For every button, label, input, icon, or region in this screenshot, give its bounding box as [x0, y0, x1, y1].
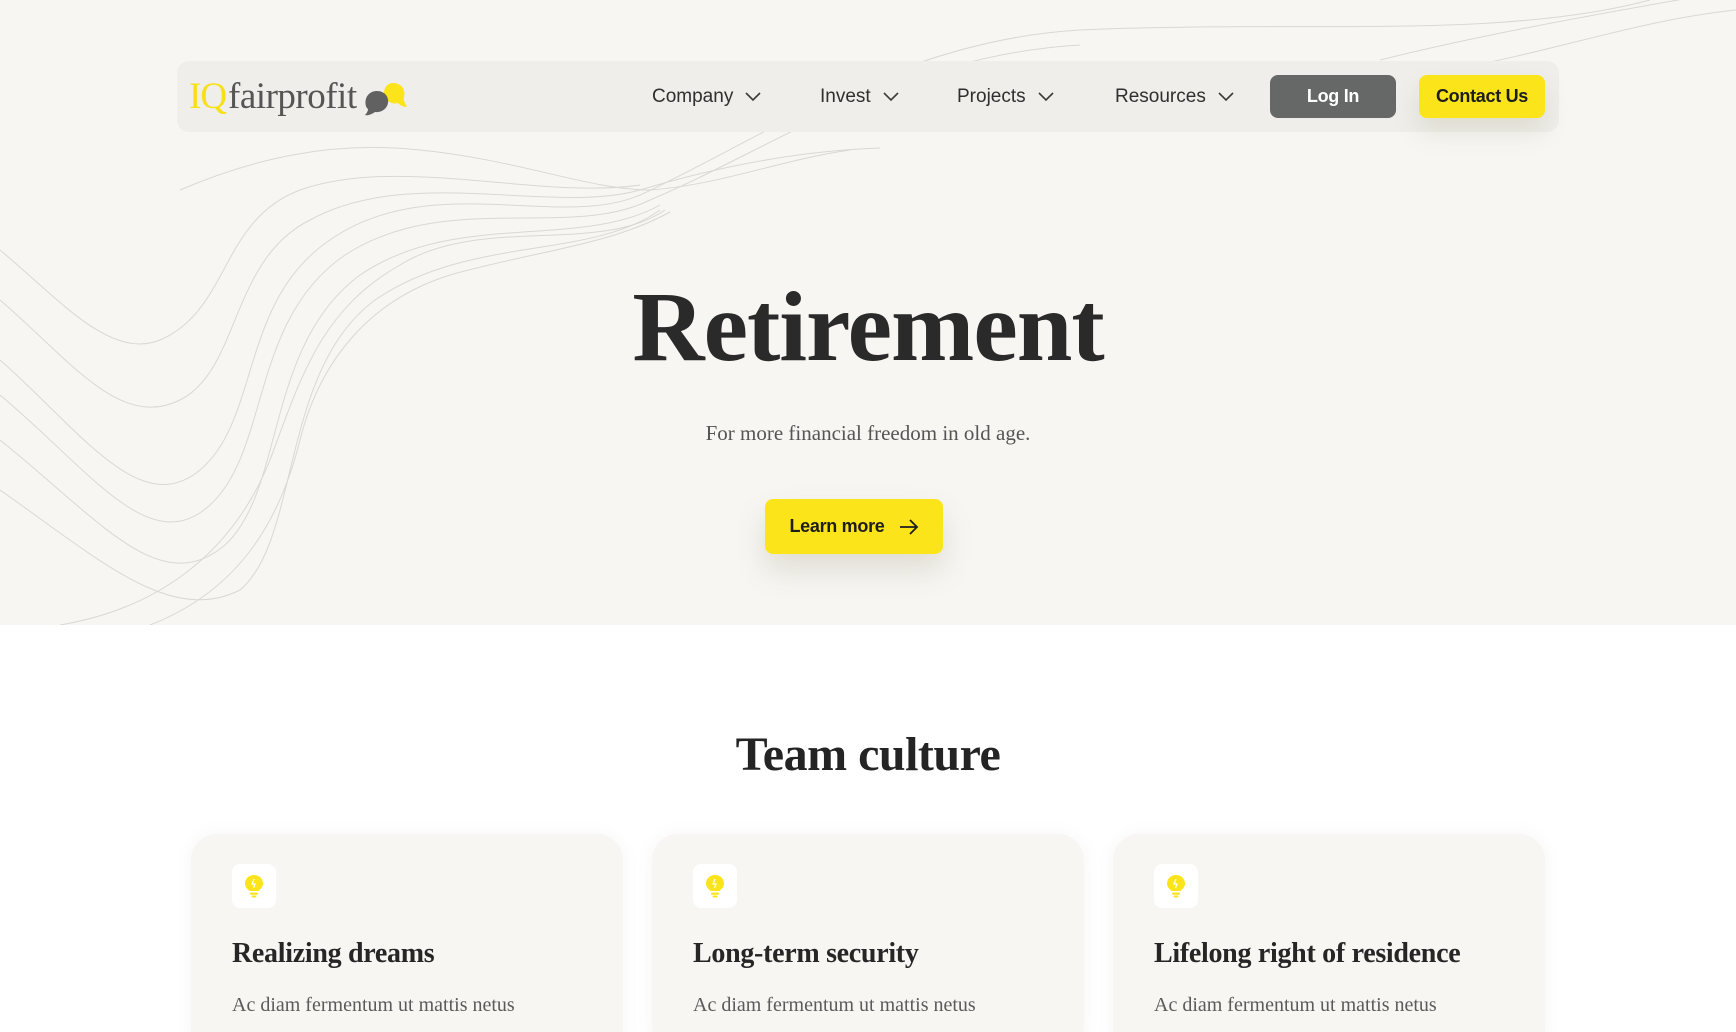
chevron-down-icon — [1218, 92, 1234, 102]
nav-item-invest[interactable]: Invest — [820, 83, 899, 111]
arrow-right-icon — [899, 518, 918, 535]
logo-prefix: IQ — [189, 75, 227, 117]
speech-bubbles-icon — [364, 83, 407, 116]
nav-item-label: Invest — [820, 86, 871, 107]
hero-subtitle: For more financial freedom in old age. — [705, 421, 1031, 445]
card-text: Ac diam fermentum ut mattis netus — [1154, 994, 1437, 1016]
logo-word: fairprofit — [228, 75, 357, 117]
card-title: Realizing dreams — [232, 938, 435, 969]
card-title: Long-term security — [693, 938, 919, 969]
chevron-down-icon — [745, 92, 761, 102]
nav-item-company[interactable]: Company — [652, 83, 761, 111]
chevron-down-icon — [1038, 92, 1054, 102]
login-button[interactable]: Log In — [1270, 75, 1396, 118]
top-navbar: IQ fairprofit Company Invest Projects Re… — [177, 61, 1559, 132]
hero-title: Retirement — [632, 271, 1104, 382]
nav-item-label: Projects — [957, 86, 1026, 107]
feature-card: Realizing dreams Ac diam fermentum ut ma… — [191, 834, 623, 1032]
brand-logo[interactable]: IQ fairprofit — [189, 71, 407, 121]
lightbulb-icon — [1154, 864, 1198, 908]
nav-item-resources[interactable]: Resources — [1115, 83, 1234, 111]
team-culture-heading: Team culture — [735, 728, 1001, 781]
contact-us-button[interactable]: Contact Us — [1419, 75, 1545, 118]
lightbulb-icon — [232, 864, 276, 908]
nav-item-label: Company — [652, 86, 734, 107]
hero-section: IQ fairprofit Company Invest Projects Re… — [0, 0, 1736, 625]
learn-more-label: Learn more — [789, 516, 885, 536]
feature-card: Lifelong right of residence Ac diam ferm… — [1113, 834, 1545, 1032]
feature-card: Long-term security Ac diam fermentum ut … — [652, 834, 1084, 1032]
lightbulb-icon — [693, 864, 737, 908]
nav-item-projects[interactable]: Projects — [957, 83, 1054, 111]
nav-item-label: Resources — [1115, 86, 1206, 107]
chevron-down-icon — [883, 92, 899, 102]
card-text: Ac diam fermentum ut mattis netus — [232, 994, 515, 1016]
card-text: Ac diam fermentum ut mattis netus — [693, 994, 976, 1016]
learn-more-button[interactable]: Learn more — [765, 499, 943, 554]
card-title: Lifelong right of residence — [1154, 938, 1461, 969]
